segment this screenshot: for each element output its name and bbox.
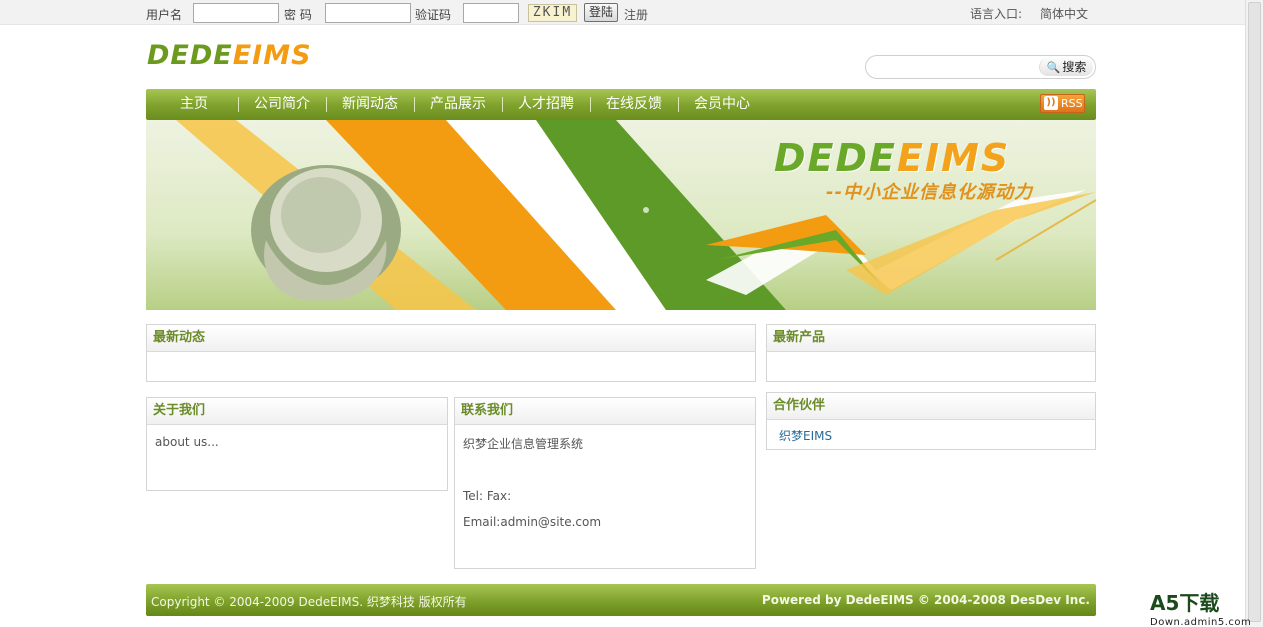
banner-logo: DEDEEIMS [774,136,1010,180]
vertical-scrollbar[interactable] [1245,0,1263,627]
search-box: 🔍 搜索 [865,55,1096,79]
nav-item-products[interactable]: 产品展示 [422,89,494,120]
watermark-main: A5下载 [1150,591,1220,615]
username-input[interactable] [193,3,279,23]
language-link[interactable]: 简体中文 [1040,5,1088,22]
hero-banner: DEDEEIMS --中小企业信息化源动力 [146,120,1096,310]
search-icon: 🔍 [1046,61,1061,74]
rss-icon: )) [1044,96,1058,110]
news-panel: 最新动态 [146,324,756,382]
products-panel: 最新产品 [766,324,1096,382]
password-input[interactable] [325,3,411,23]
nav-divider [414,97,415,112]
footer: Copyright © 2004-2009 DedeEIMS. 织梦科技 版权所… [146,584,1096,616]
watermark-sub: Down.admin5.com [1150,617,1252,627]
captcha-label: 验证码 [415,8,452,22]
nav-item-about[interactable]: 公司简介 [246,89,318,120]
partners-panel: 合作伙伴 织梦EIMS [766,392,1096,450]
username-label: 用户名 [146,8,183,22]
footer-powered-by: Powered by DedeEIMS © 2004-2008 DesDev I… [761,593,1090,607]
login-bar: 用户名 密 码 验证码 ZKIM 登陆 注册 语言入口: 简体中文 [0,0,1245,25]
login-button[interactable]: 登陆 [584,3,618,22]
scrollbar-thumb[interactable] [1248,2,1261,622]
banner-logo-dede: DEDE [774,136,898,180]
nav-item-jobs[interactable]: 人才招聘 [510,89,582,120]
about-text: about us... [155,435,219,449]
nav-divider [238,97,239,112]
language-label: 语言入口: [970,7,1023,21]
banner-slogan: --中小企业信息化源动力 [826,182,1033,203]
password-label: 密 码 [284,8,312,22]
partners-panel-title: 合作伙伴 [767,393,1095,420]
contact-company: 织梦企业信息管理系统 [463,437,584,451]
rss-button[interactable]: )) RSS [1040,94,1085,113]
nav-item-news[interactable]: 新闻动态 [334,89,406,120]
contact-phone: Tel: Fax: [463,489,512,503]
search-button-label: 搜索 [1062,60,1087,74]
nav-item-feedback[interactable]: 在线反馈 [598,89,670,120]
nav-divider [678,97,679,112]
nav-item-members[interactable]: 会员中心 [686,89,758,120]
search-input[interactable] [874,59,1034,75]
logo-text-eims: EIMS [232,40,312,71]
captcha-input[interactable] [463,3,519,23]
nav-divider [502,97,503,112]
site-logo[interactable]: DEDEEIMS [147,40,312,71]
logo-text-dede: DEDE [147,40,233,71]
about-panel: 关于我们 about us... [146,397,448,491]
partner-link[interactable]: 织梦EIMS [779,429,832,443]
watermark: A5下载 Down.admin5.com [1150,593,1251,627]
nav-item-home[interactable]: 主页 [164,89,224,120]
contact-panel: 联系我们 织梦企业信息管理系统 Tel: Fax: Email:admin@si… [454,397,756,569]
news-panel-title: 最新动态 [147,325,755,352]
register-link[interactable]: 注册 [624,6,648,23]
contact-panel-title: 联系我们 [455,398,755,425]
products-panel-title: 最新产品 [767,325,1095,352]
banner-logo-eims: EIMS [897,136,1011,180]
search-button[interactable]: 🔍 搜索 [1039,58,1093,76]
nav-divider [326,97,327,112]
captcha-image[interactable]: ZKIM [528,4,577,22]
contact-email: Email:admin@site.com [463,515,602,529]
rss-label: RSS [1061,97,1083,110]
main-nav: 主页 公司简介 新闻动态 产品展示 人才招聘 在线反馈 会员中心 [146,89,1096,120]
nav-divider [590,97,591,112]
about-panel-title: 关于我们 [147,398,447,425]
footer-copyright: Copyright © 2004-2009 DedeEIMS. 织梦科技 版权所… [151,595,467,609]
